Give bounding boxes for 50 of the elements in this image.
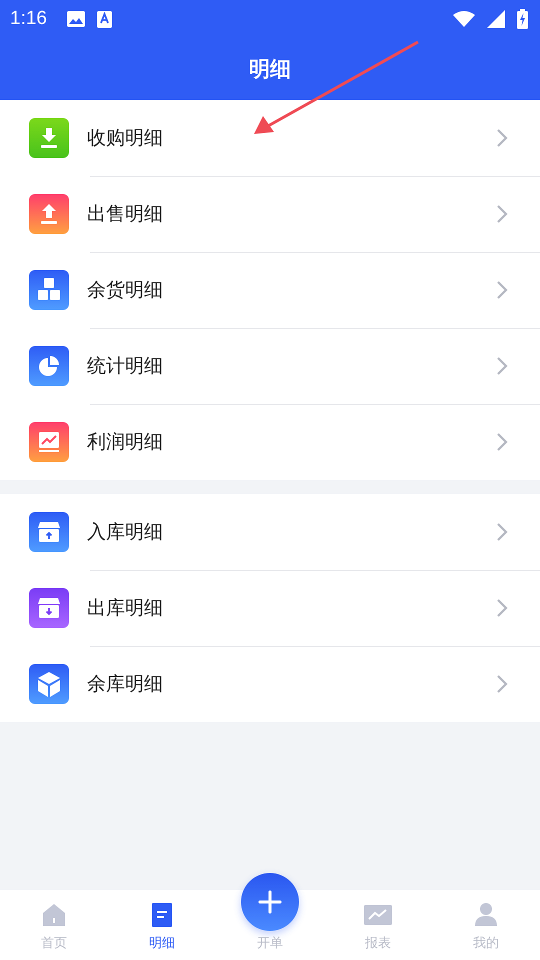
trend-chart-icon (29, 422, 69, 462)
tab-item[interactable]: 明细 (108, 890, 216, 960)
signal-icon (487, 10, 505, 28)
battery-icon (517, 9, 528, 29)
menu-item[interactable]: 出售明细 (0, 176, 540, 252)
box-arrow-up-icon (29, 512, 69, 552)
status-time: 1:16 (10, 8, 47, 30)
menu-label: 余货明细 (87, 278, 164, 303)
menu-label: 出售明细 (87, 202, 164, 227)
chart-icon (364, 902, 392, 928)
notification-icon (96, 10, 112, 28)
user-icon (472, 902, 500, 928)
tab-label: 开单 (257, 935, 283, 952)
chevron-right-icon (496, 674, 508, 694)
wifi-icon (453, 11, 475, 27)
tab-label: 我的 (473, 935, 499, 952)
menu-item[interactable]: 入库明细 (0, 494, 540, 570)
chevron-right-icon (496, 128, 508, 148)
add-button[interactable] (241, 873, 299, 931)
box-arrow-down-icon (29, 588, 69, 628)
menu-label: 余库明细 (87, 672, 164, 697)
tab-label: 首页 (41, 935, 67, 952)
chevron-right-icon (496, 522, 508, 542)
download-icon (29, 118, 69, 158)
boxes-icon (29, 270, 69, 310)
chevron-right-icon (496, 356, 508, 376)
chevron-right-icon (496, 432, 508, 452)
menu-label: 利润明细 (87, 430, 164, 455)
menu-item[interactable]: 收购明细 (0, 100, 540, 176)
tab-label: 报表 (365, 935, 391, 952)
plus-icon (258, 890, 282, 914)
menu-item[interactable]: 利润明细 (0, 404, 540, 480)
image-icon (66, 11, 85, 27)
chevron-right-icon (496, 598, 508, 618)
cube-icon (29, 664, 69, 704)
menu-label: 统计明细 (87, 354, 164, 379)
tab-label: 明细 (149, 935, 175, 952)
menu-label: 收购明细 (87, 126, 164, 151)
menu-item[interactable]: 余库明细 (0, 646, 540, 722)
home-icon (40, 902, 68, 928)
chevron-right-icon (496, 280, 508, 300)
pie-chart-icon (29, 346, 69, 386)
menu-item[interactable]: 统计明细 (0, 328, 540, 404)
menu-label: 出库明细 (87, 596, 164, 621)
upload-icon (29, 194, 69, 234)
menu-label: 入库明细 (87, 520, 164, 545)
menu-item[interactable]: 余货明细 (0, 252, 540, 328)
menu-item[interactable]: 出库明细 (0, 570, 540, 646)
chevron-right-icon (496, 204, 508, 224)
page-title: 明细 (249, 56, 291, 83)
